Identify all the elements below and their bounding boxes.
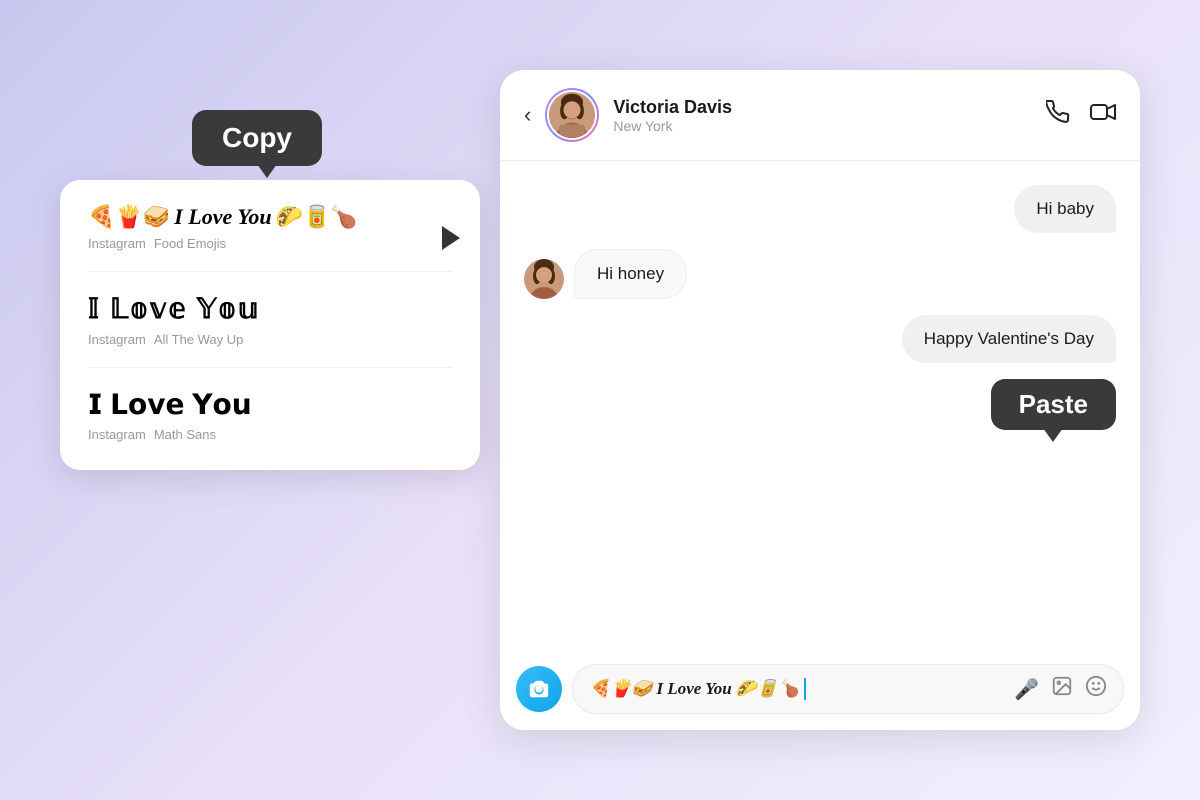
copy-tooltip[interactable]: Copy xyxy=(192,110,322,166)
contact-name: Victoria Davis xyxy=(613,97,1032,118)
paste-tooltip-label: Paste xyxy=(1019,389,1088,419)
input-action-icons: 🎤 xyxy=(1014,675,1107,703)
paste-tooltip[interactable]: Paste xyxy=(991,379,1116,430)
microphone-icon[interactable]: 🎤 xyxy=(1014,677,1039,702)
chat-messages: Hi baby Hi honey Happy Valentin xyxy=(500,161,1140,652)
message-text-2: Hi honey xyxy=(597,264,664,283)
camera-icon xyxy=(528,678,550,700)
font-tag-platform-2: Instagram xyxy=(88,332,146,347)
chat-input-bar: 🍕🍟🥪 I Love You 🌮🥫🍗 🎤 xyxy=(500,652,1140,730)
font-tag-platform: Instagram xyxy=(88,236,146,251)
receiver-avatar xyxy=(524,259,564,299)
font-style-card: Copy 🍕🍟🥪 I Love You 🌮🥫🍗 Instagram Food E… xyxy=(60,180,480,470)
input-text-content: 🍕🍟🥪 I Love You 🌮🥫🍗 xyxy=(589,678,1008,700)
contact-info: Victoria Davis New York xyxy=(613,97,1032,134)
message-input-field[interactable]: 🍕🍟🥪 I Love You 🌮🥫🍗 🎤 xyxy=(572,664,1124,714)
message-row-hi-honey: Hi honey xyxy=(524,249,1116,299)
message-valentines: Happy Valentine's Day xyxy=(902,315,1116,363)
font-item-mathsans[interactable]: 𝗜 𝗟𝗼𝘃𝗲 𝗬𝗼𝘂 Instagram Math Sans xyxy=(88,388,452,442)
text-cursor xyxy=(804,678,806,700)
message-hi-baby: Hi baby xyxy=(1014,185,1116,233)
copy-tooltip-label: Copy xyxy=(222,122,292,153)
input-emoji-1: 🍕🍟🥪 xyxy=(589,679,653,699)
header-icons xyxy=(1046,100,1116,130)
font-tag-style: Food Emojis xyxy=(154,236,226,251)
call-icon[interactable] xyxy=(1046,100,1070,130)
chat-window: ‹ Victoria Davis xyxy=(500,70,1140,730)
font-tags-gothic: Instagram All The Way Up xyxy=(88,332,452,347)
message-hi-honey: Hi honey xyxy=(574,249,687,299)
cursor-arrow-icon xyxy=(442,226,460,250)
image-icon[interactable] xyxy=(1051,675,1073,703)
font-tag-style-3: Math Sans xyxy=(154,427,216,442)
paste-tooltip-wrap: Paste xyxy=(991,379,1116,430)
font-tag-style-2: All The Way Up xyxy=(154,332,244,347)
input-typed-text: I Love You xyxy=(657,679,732,699)
video-icon[interactable] xyxy=(1090,100,1116,130)
font-preview-gothic: 𝕀 𝕃𝕠𝕧𝕖 𝕐𝕠𝕦 xyxy=(88,292,452,326)
camera-button[interactable] xyxy=(516,666,562,712)
font-item-emoji[interactable]: 🍕🍟🥪 I Love You 🌮🥫🍗 Instagram Food Emojis xyxy=(88,204,452,272)
font-tag-platform-3: Instagram xyxy=(88,427,146,442)
receiver-avatar-image xyxy=(524,259,564,299)
contact-avatar xyxy=(547,90,597,140)
message-text-1: Hi baby xyxy=(1036,199,1094,218)
font-tags-mathsans: Instagram Math Sans xyxy=(88,427,452,442)
font-tags-emoji: Instagram Food Emojis xyxy=(88,236,452,251)
font-item-gothic[interactable]: 𝕀 𝕃𝕠𝕧𝕖 𝕐𝕠𝕦 Instagram All The Way Up xyxy=(88,292,452,368)
avatar-image xyxy=(549,92,595,138)
input-emoji-2: 🌮🥫🍗 xyxy=(736,679,800,699)
emoji-icon[interactable] xyxy=(1085,675,1107,703)
font-preview-emoji: 🍕🍟🥪 I Love You 🌮🥫🍗 xyxy=(88,204,452,230)
font-preview-mathsans: 𝗜 𝗟𝗼𝘃𝗲 𝗬𝗼𝘂 xyxy=(88,388,452,421)
contact-location: New York xyxy=(613,118,1032,134)
message-text-3: Happy Valentine's Day xyxy=(924,329,1094,348)
contact-avatar-wrap xyxy=(545,88,599,142)
back-button[interactable]: ‹ xyxy=(524,102,531,128)
chat-header: ‹ Victoria Davis xyxy=(500,70,1140,161)
